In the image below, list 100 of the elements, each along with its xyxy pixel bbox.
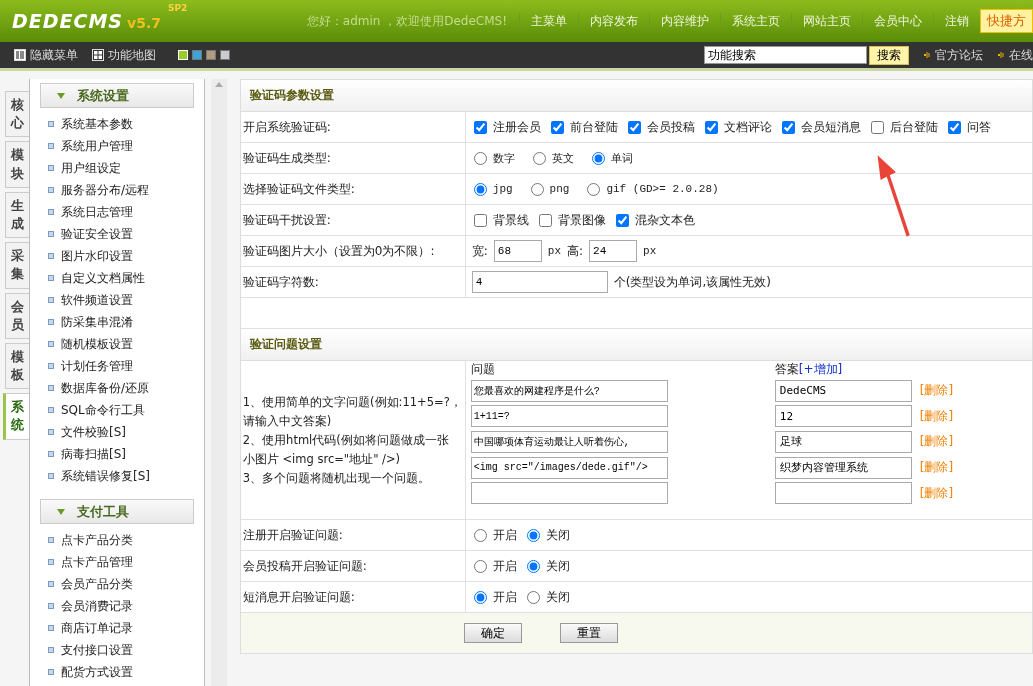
radio-button[interactable] <box>473 559 487 573</box>
question-field[interactable]: 1+11=? <box>470 405 668 428</box>
bullet-icon <box>47 473 54 479</box>
menu-item[interactable]: 病毒扫描[S] <box>60 445 126 463</box>
menu-section-header[interactable]: 支付工具 <box>39 499 195 524</box>
radio-button[interactable] <box>591 151 605 165</box>
search-button[interactable]: 搜索 <box>869 45 909 65</box>
bullet-icon <box>47 559 54 565</box>
version-label: v5.7 <box>127 15 161 31</box>
radio-button[interactable] <box>473 151 487 165</box>
height-field[interactable]: 24 <box>589 240 638 262</box>
radio-button[interactable] <box>473 528 487 542</box>
menu-item[interactable]: SQL命令行工具 <box>60 401 145 419</box>
menu-item[interactable]: 会员消费记录 <box>60 597 133 615</box>
search-field[interactable]: 功能搜索 <box>704 46 867 64</box>
menu-item[interactable]: 点卡产品管理 <box>60 553 133 571</box>
count-field[interactable]: 4 <box>471 271 608 293</box>
option-label: 关闭 <box>545 526 570 544</box>
checkbox[interactable] <box>627 120 641 134</box>
menu-item[interactable]: 系统基本参数 <box>60 115 133 133</box>
radio-button[interactable] <box>526 590 540 604</box>
checkbox[interactable] <box>870 120 884 134</box>
form-button[interactable]: 确定 <box>464 623 523 643</box>
menu-item[interactable]: 随机模板设置 <box>60 335 133 353</box>
side-tab[interactable]: 核心 <box>4 91 29 138</box>
radio-button[interactable] <box>587 182 601 196</box>
side-tab[interactable]: 系统 <box>2 393 29 440</box>
checkbox[interactable] <box>781 120 795 134</box>
field-label: 验证码字符数: <box>242 273 319 291</box>
option-label: 关闭 <box>545 588 570 606</box>
question-field[interactable]: 您最喜欢的网建程序是什么? <box>470 379 668 402</box>
option-label: 开启 <box>492 557 517 575</box>
side-tab[interactable]: 模板 <box>4 342 29 390</box>
theme-swatch[interactable] <box>220 50 230 60</box>
radio-button[interactable] <box>530 182 544 196</box>
checkbox[interactable] <box>473 213 487 227</box>
toolbar-link[interactable]: 在线 <box>1009 46 1033 64</box>
menu-item[interactable]: 验证安全设置 <box>60 225 133 243</box>
menu-item[interactable]: 计划任务管理 <box>60 357 133 375</box>
menu-item[interactable]: 系统错误修复[S] <box>60 467 150 485</box>
checkbox[interactable] <box>550 120 564 134</box>
answer-field[interactable]: 织梦内容管理系统 <box>774 456 912 479</box>
answer-field[interactable]: 12 <box>774 405 912 428</box>
scrollbar[interactable] <box>211 79 227 686</box>
answer-field[interactable] <box>774 482 912 505</box>
menu-item[interactable]: 服务器分布/远程 <box>60 181 149 199</box>
side-tab[interactable]: 会员 <box>4 292 29 339</box>
menu-item[interactable]: 点卡产品分类 <box>60 531 133 549</box>
triangle-down-icon <box>56 92 65 99</box>
menu-item[interactable]: 数据库备份/还原 <box>60 379 149 397</box>
checkbox[interactable] <box>615 213 629 227</box>
question-field[interactable]: <img src="/images/dede.gif"/> <box>470 456 668 479</box>
note-text: 个(类型设为单词,该属性无效) <box>613 273 771 291</box>
question-field[interactable] <box>470 482 668 505</box>
field-label: 验证码干扰设置: <box>242 211 331 229</box>
menu-item[interactable]: 图片水印设置 <box>60 247 133 265</box>
width-field[interactable]: 68 <box>493 240 542 262</box>
radio-button[interactable] <box>473 182 487 196</box>
toolbar-button[interactable]: 隐藏菜单 <box>14 46 78 64</box>
theme-swatch[interactable] <box>192 50 202 60</box>
form-button[interactable]: 重置 <box>560 623 619 643</box>
column-header: 问题 <box>470 361 496 378</box>
menu-item[interactable]: 会员产品分类 <box>60 575 133 593</box>
option-label: 开启 <box>492 588 517 606</box>
help-text: 2、使用html代码(例如将问题做成一张 <box>242 431 449 449</box>
menu-item[interactable]: 支付接口设置 <box>60 641 133 659</box>
checkbox[interactable] <box>947 120 961 134</box>
option-label: 问答 <box>966 118 991 136</box>
menu-section-header[interactable]: 系统设置 <box>39 83 195 108</box>
question-field[interactable]: 中国哪项体育运动最让人听着伤心, <box>470 431 668 453</box>
radio-button[interactable] <box>532 151 546 165</box>
toolbar-button[interactable]: 功能地图 <box>92 46 156 64</box>
radio-button[interactable] <box>526 559 540 573</box>
menu-item[interactable]: 软件频道设置 <box>60 291 133 309</box>
checkbox[interactable] <box>538 213 552 227</box>
menu-item[interactable]: 商店订单记录 <box>60 619 133 637</box>
side-tab[interactable]: 模块 <box>4 141 29 188</box>
checkbox[interactable] <box>473 120 487 134</box>
checkbox[interactable] <box>704 120 718 134</box>
menu-item[interactable]: 防采集串混淆 <box>60 313 133 331</box>
answer-field[interactable]: 足球 <box>774 431 912 453</box>
menu-item[interactable]: 用户组设定 <box>60 159 121 177</box>
menu-item[interactable]: 系统日志管理 <box>60 203 133 221</box>
bullet-icon <box>47 253 54 259</box>
toolbar-link[interactable]: 官方论坛 <box>935 46 983 64</box>
side-tab[interactable]: 采集 <box>4 242 29 289</box>
menu-item[interactable]: 配货方式设置 <box>60 663 133 681</box>
answer-field[interactable]: DedeCMS <box>774 379 912 402</box>
radio-button[interactable] <box>473 590 487 604</box>
field-label: 会员投稿开启验证问题: <box>242 557 367 575</box>
menu-item[interactable]: 自定义文档属性 <box>60 269 145 287</box>
bullet-icon <box>47 297 54 303</box>
menu-item[interactable]: 系统用户管理 <box>60 137 133 155</box>
side-tab[interactable]: 生成 <box>4 191 29 239</box>
radio-button[interactable] <box>526 528 540 542</box>
width-label: 宽: <box>471 242 488 260</box>
theme-swatch[interactable] <box>206 50 216 60</box>
add-link[interactable]: [+增加] <box>798 362 843 376</box>
menu-item[interactable]: 文件校验[S] <box>60 423 126 441</box>
option-label: 单词 <box>610 151 633 166</box>
